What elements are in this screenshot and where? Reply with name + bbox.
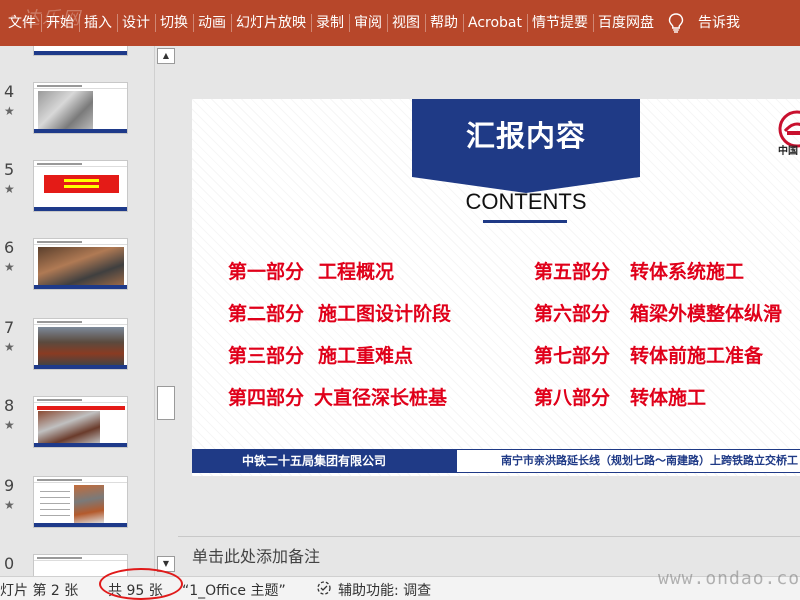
toc-part-title: 转体系统施工	[630, 261, 745, 283]
toc-part-label: 第二部分	[228, 303, 305, 325]
toc-item-3[interactable]: 第三部分 施工重难点	[228, 341, 413, 368]
toc-part-label: 第一部分	[228, 261, 305, 283]
toc-part-title: 施工图设计阶段	[318, 303, 452, 325]
thumbnail-row-10[interactable]: 0	[0, 554, 154, 576]
thumbnail-row-9[interactable]: 9 ★	[0, 476, 154, 546]
tab-help[interactable]: 帮助	[425, 0, 463, 46]
toc-item-7[interactable]: 第七部分 转体前施工准备	[534, 341, 763, 368]
slide-thumbnail-pane[interactable]: 4 ★ 5 ★ 6 ★ 7 ★ 8 ★ 9 ★ 0	[0, 46, 154, 576]
slide-number: 6	[4, 238, 15, 257]
notes-placeholder[interactable]: 单击此处添加备注	[192, 543, 320, 567]
slide-number: 4	[4, 82, 15, 101]
toc-item-5[interactable]: 第五部分 转体系统施工	[534, 257, 744, 284]
slide-thumbnail[interactable]	[33, 396, 128, 448]
animation-star-icon: ★	[4, 340, 15, 354]
slide-total-status: 共 95 张	[108, 583, 163, 599]
animation-star-icon: ★	[4, 260, 15, 274]
tab-file[interactable]: 文件	[0, 0, 41, 46]
tab-baidu-netdisk[interactable]: 百度网盘	[593, 0, 659, 46]
slide-footer-company: 中铁二十五局集团有限公司	[192, 449, 457, 473]
slide-thumbnail[interactable]	[33, 238, 128, 290]
slide-thumbnail-partial[interactable]	[33, 46, 128, 56]
tab-acrobat[interactable]: Acrobat	[463, 0, 527, 46]
slide-number: 5	[4, 160, 15, 179]
thumbnail-row-5[interactable]: 5 ★	[0, 160, 154, 230]
toc-item-2[interactable]: 第二部分 施工图设计阶段	[228, 299, 451, 326]
toc-part-label: 第四部分	[228, 387, 305, 409]
slide-number: 8	[4, 396, 15, 415]
toc-item-8[interactable]: 第八部分 转体施工	[534, 383, 706, 410]
slide-thumbnail[interactable]	[33, 476, 128, 528]
theme-status: “1_Office 主题”	[182, 583, 286, 599]
tab-animations[interactable]: 动画	[193, 0, 231, 46]
slide-position-status[interactable]: 灯片 第 2 张	[0, 580, 78, 600]
tab-view[interactable]: 视图	[387, 0, 425, 46]
toc-part-title: 转体前施工准备	[630, 345, 764, 367]
thumbnail-scrollbar[interactable]: ▲ ▼	[154, 46, 178, 576]
slide-thumbnail[interactable]	[33, 318, 128, 370]
slide-title[interactable]: 汇报内容	[412, 113, 640, 155]
tab-review[interactable]: 审阅	[349, 0, 387, 46]
contents-subtitle[interactable]: CONTENTS	[412, 189, 640, 215]
scrollbar-thumb[interactable]	[157, 386, 175, 420]
thumbnail-row-8[interactable]: 8 ★	[0, 396, 154, 466]
tab-design[interactable]: 设计	[117, 0, 155, 46]
toc-part-title: 大直径深长桩基	[314, 387, 448, 409]
tab-slideshow[interactable]: 幻灯片放映	[231, 0, 311, 46]
toc-part-title: 施工重难点	[318, 345, 414, 367]
accessibility-icon[interactable]	[316, 580, 332, 598]
toc-part-title: 工程概况	[318, 261, 395, 283]
thumbnail-row-4[interactable]: 4 ★	[0, 82, 154, 152]
tab-insert[interactable]: 插入	[79, 0, 117, 46]
toc-item-4[interactable]: 第四部分 大直径深长桩基	[228, 383, 447, 410]
tell-me-search[interactable]: 告诉我	[693, 0, 745, 46]
status-bar: 灯片 第 2 张 共 95 张 “1_Office 主题” 辅助功能: 调查	[0, 576, 800, 600]
thumbnail-row-7[interactable]: 7 ★	[0, 318, 154, 388]
company-logo-text: 中国	[778, 146, 798, 157]
lightbulb-icon[interactable]	[659, 0, 693, 46]
toc-part-label: 第三部分	[228, 345, 305, 367]
toc-part-title: 转体施工	[630, 387, 707, 409]
slide-number: 9	[4, 476, 15, 495]
slide-thumbnail[interactable]	[33, 82, 128, 134]
accessibility-status[interactable]: 辅助功能: 调查	[338, 580, 431, 600]
tab-transitions[interactable]: 切换	[155, 0, 193, 46]
toc-part-label: 第五部分	[534, 261, 611, 283]
toc-item-6[interactable]: 第六部分 箱梁外模整体纵滑	[534, 299, 782, 326]
animation-star-icon: ★	[4, 498, 15, 512]
slide-editing-area[interactable]: 汇报内容 中国 CONTENTS 第一部分 工程概况 第二部分 施工图设计阶段 第三…	[178, 46, 800, 536]
scroll-down-arrow-icon[interactable]: ▼	[157, 556, 175, 572]
contents-underline	[483, 220, 567, 223]
notes-pane[interactable]: 单击此处添加备注	[178, 536, 800, 576]
tab-storyboard[interactable]: 情节提要	[527, 0, 593, 46]
animation-star-icon: ★	[4, 182, 15, 196]
tab-home[interactable]: 开始	[41, 0, 79, 46]
toc-part-label: 第六部分	[534, 303, 611, 325]
current-slide[interactable]: 汇报内容 中国 CONTENTS 第一部分 工程概况 第二部分 施工图设计阶段 第三…	[192, 99, 800, 476]
toc-part-title: 箱梁外模整体纵滑	[630, 303, 783, 325]
slide-footer-project: 南宁市亲洪路延长线（规划七路～南建路）上跨铁路立交桥工	[457, 449, 800, 473]
animation-star-icon: ★	[4, 104, 15, 118]
slide-number: 7	[4, 318, 15, 337]
slide-thumbnail[interactable]	[33, 160, 128, 212]
thumbnail-row-6[interactable]: 6 ★	[0, 238, 154, 308]
toc-part-label: 第八部分	[534, 387, 611, 409]
ribbon-tab-bar: 文件 开始 插入 设计 切换 动画 幻灯片放映 录制 审阅 视图 帮助 Acro…	[0, 0, 800, 46]
animation-star-icon: ★	[4, 418, 15, 432]
scroll-up-arrow-icon[interactable]: ▲	[157, 48, 175, 64]
tab-record[interactable]: 录制	[311, 0, 349, 46]
toc-item-1[interactable]: 第一部分 工程概况	[228, 257, 394, 284]
slide-thumbnail[interactable]	[33, 554, 128, 576]
slide-number: 0	[4, 554, 15, 573]
toc-part-label: 第七部分	[534, 345, 611, 367]
